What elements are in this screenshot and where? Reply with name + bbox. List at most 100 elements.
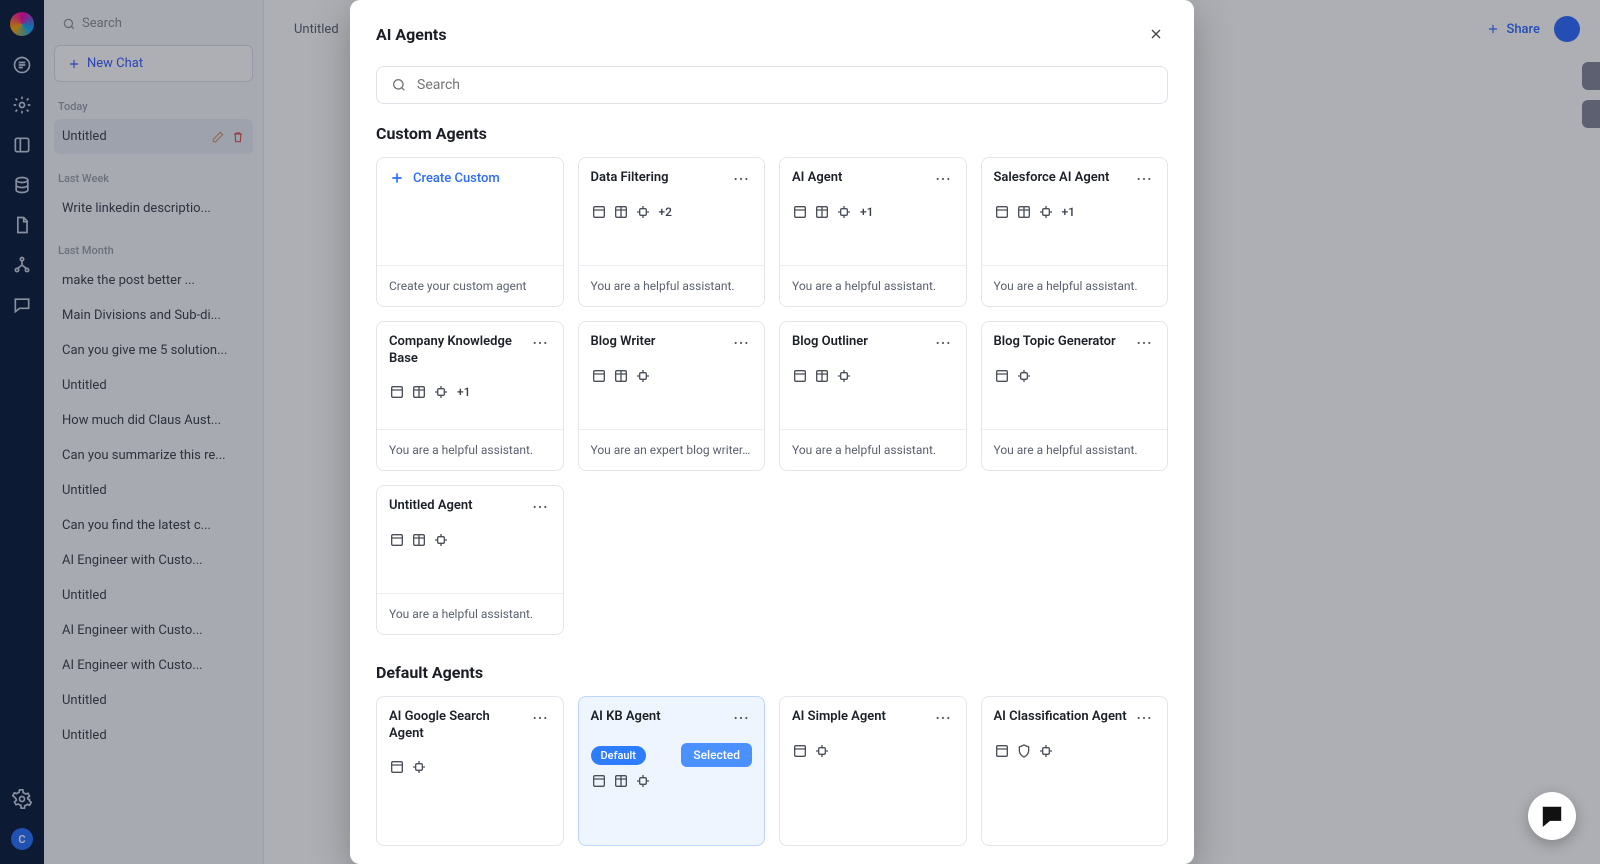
book-icon — [1016, 204, 1032, 220]
custom-agents-title: Custom Agents — [376, 124, 1168, 143]
agent-title: Blog Topic Generator — [994, 334, 1116, 351]
agent-desc: You are a helpful assistant. — [780, 429, 966, 470]
agent-title: Untitled Agent — [389, 498, 473, 515]
more-button[interactable] — [529, 334, 551, 352]
create-custom-card[interactable]: Create Custom Create your custom agent — [376, 157, 564, 307]
default-agents-grid: AI Google Search Agent AI KB Agent Defau… — [376, 696, 1168, 846]
modal-search[interactable] — [376, 66, 1168, 104]
more-button[interactable] — [932, 334, 954, 352]
agent-title: AI Simple Agent — [792, 709, 886, 726]
panel-icon — [994, 368, 1010, 384]
agent-card[interactable]: Untitled Agent You are a helpful assista… — [376, 485, 564, 635]
chip-icon — [433, 532, 449, 548]
edge-handle-icon[interactable] — [1582, 100, 1600, 128]
chip-icon — [411, 759, 427, 775]
ai-agents-modal: AI Agents Custom Agents Create Custom Cr… — [350, 0, 1194, 864]
more-button[interactable] — [1133, 170, 1155, 188]
create-custom-label: Create Custom — [413, 171, 500, 186]
book-icon — [814, 368, 830, 384]
agent-title: Blog Writer — [591, 334, 656, 351]
extra-count: +1 — [457, 385, 470, 399]
edge-handle-icon[interactable] — [1582, 62, 1600, 90]
default-agents-title: Default Agents — [376, 663, 1168, 682]
extra-count: +2 — [659, 205, 672, 219]
book-icon — [613, 204, 629, 220]
agent-card[interactable]: AI Classification Agent — [981, 696, 1169, 846]
panel-icon — [591, 368, 607, 384]
book-icon — [411, 384, 427, 400]
agent-title: AI Google Search Agent — [389, 709, 523, 743]
modal-title: AI Agents — [376, 25, 447, 44]
panel-icon — [389, 532, 405, 548]
agent-desc: You are a helpful assistant. — [982, 265, 1168, 306]
shield-icon — [1016, 743, 1032, 759]
agent-card-selected[interactable]: AI KB Agent Default Selected — [578, 696, 766, 846]
close-button[interactable] — [1144, 22, 1168, 46]
more-button[interactable] — [730, 709, 752, 727]
agent-title: Company Knowledge Base — [389, 334, 523, 368]
selected-badge: Selected — [681, 743, 752, 767]
modal-body: Custom Agents Create Custom Create your … — [350, 56, 1194, 864]
agent-desc: You are a helpful assistant. — [780, 265, 966, 306]
chip-icon — [635, 204, 651, 220]
more-button[interactable] — [932, 709, 954, 727]
more-button[interactable] — [730, 170, 752, 188]
agent-title: AI KB Agent — [591, 709, 661, 726]
panel-icon — [792, 204, 808, 220]
more-button[interactable] — [1133, 709, 1155, 727]
panel-icon — [792, 743, 808, 759]
agent-desc: You are an expert blog writer. Yo... — [579, 429, 765, 470]
chat-fab[interactable] — [1528, 792, 1576, 840]
chip-icon — [635, 368, 651, 384]
modal-search-input[interactable] — [417, 77, 1153, 93]
agent-card[interactable]: Company Knowledge Base +1 You are a help… — [376, 321, 564, 471]
chip-icon — [814, 743, 830, 759]
agent-card[interactable]: AI Agent +1 You are a helpful assistant. — [779, 157, 967, 307]
book-icon — [814, 204, 830, 220]
agent-card[interactable]: Blog Writer You are an expert blog write… — [578, 321, 766, 471]
extra-count: +1 — [860, 205, 873, 219]
agent-card[interactable]: Blog Outliner You are a helpful assistan… — [779, 321, 967, 471]
more-button[interactable] — [529, 498, 551, 516]
agent-title: AI Agent — [792, 170, 842, 187]
more-button[interactable] — [1133, 334, 1155, 352]
agent-card[interactable]: AI Google Search Agent — [376, 696, 564, 846]
agent-card[interactable]: Blog Topic Generator You are a helpful a… — [981, 321, 1169, 471]
more-button[interactable] — [529, 709, 551, 727]
panel-icon — [591, 204, 607, 220]
chip-icon — [635, 773, 651, 789]
chip-icon — [1038, 204, 1054, 220]
chip-icon — [1038, 743, 1054, 759]
chip-icon — [836, 368, 852, 384]
chip-icon — [433, 384, 449, 400]
default-badge: Default — [591, 746, 646, 765]
chip-icon — [1016, 368, 1032, 384]
panel-icon — [792, 368, 808, 384]
agent-desc: You are a helpful assistant. — [982, 429, 1168, 470]
agent-desc: You are a helpful assistant. — [377, 593, 563, 634]
book-icon — [613, 368, 629, 384]
custom-agents-grid: Create Custom Create your custom agent D… — [376, 157, 1168, 635]
agent-title: Data Filtering — [591, 170, 669, 187]
agent-desc: You are a helpful assistant. — [377, 429, 563, 470]
agent-title: AI Classification Agent — [994, 709, 1127, 726]
extra-count: +1 — [1062, 205, 1075, 219]
agent-title: Salesforce AI Agent — [994, 170, 1110, 187]
more-button[interactable] — [932, 170, 954, 188]
panel-icon — [389, 384, 405, 400]
panel-icon — [591, 773, 607, 789]
agent-title: Blog Outliner — [792, 334, 868, 351]
search-icon — [391, 77, 407, 93]
panel-icon — [994, 204, 1010, 220]
panel-icon — [994, 743, 1010, 759]
chip-icon — [836, 204, 852, 220]
modal-header: AI Agents — [350, 0, 1194, 56]
agent-card[interactable]: Salesforce AI Agent +1 You are a helpful… — [981, 157, 1169, 307]
agent-desc: You are a helpful assistant. — [579, 265, 765, 306]
create-custom-desc: Create your custom agent — [377, 265, 563, 306]
more-button[interactable] — [730, 334, 752, 352]
plus-icon — [389, 170, 405, 186]
agent-card[interactable]: AI Simple Agent — [779, 696, 967, 846]
agent-card[interactable]: Data Filtering +2 You are a helpful assi… — [578, 157, 766, 307]
panel-icon — [389, 759, 405, 775]
